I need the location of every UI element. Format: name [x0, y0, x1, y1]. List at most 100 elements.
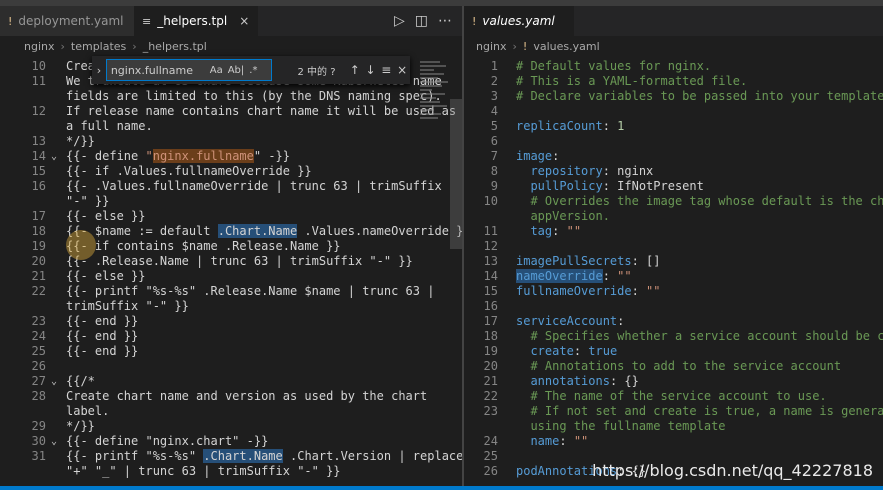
line-number: 16 — [31, 179, 46, 193]
yaml-key: nameOverride — [516, 269, 603, 283]
right-tab-bar: ! values.yaml — [464, 6, 883, 36]
line-number: 15 — [31, 164, 46, 178]
code-area[interactable]: 1 # Default values for nginx. 2 # This is a… — [464, 59, 883, 486]
find-match: nginx.fullname — [152, 149, 254, 163]
code-line: 22 # The name of the service account to … — [464, 389, 883, 404]
split-editor-icon[interactable]: ◫ — [415, 13, 428, 29]
code-text: annotations: {} — [530, 374, 639, 388]
left-tab-bar: ! deployment.yaml ≡ _helpers.tpl × ▷ ◫ ⋯ — [0, 6, 462, 36]
code-line: 22 {{- printf "%s-%s" .Release.Name $name… — [0, 284, 462, 299]
yaml-value: "" — [559, 224, 582, 238]
line-number: 17 — [31, 209, 46, 223]
code-line: 1 # Default values for nginx. — [464, 59, 883, 74]
code-line: 17 serviceAccount: — [464, 314, 883, 329]
breadcrumb-item[interactable]: values.yaml — [533, 40, 599, 53]
minimap[interactable] — [420, 59, 450, 149]
code-text: {{- end }} — [66, 344, 139, 358]
line-number: 11 — [31, 74, 46, 88]
selection-highlight: .Chart.Name — [217, 224, 298, 238]
arrow-up-icon[interactable]: ↑ — [347, 63, 363, 77]
line-number: 24 — [31, 329, 46, 343]
code-line: 25 {{- end }} — [0, 344, 462, 359]
fold-chevron-icon[interactable]: ⌄ — [51, 374, 57, 389]
line-number: 3 — [490, 89, 498, 103]
whole-word-toggle[interactable]: Ab| — [228, 65, 245, 76]
code-text: a full name. — [66, 119, 153, 133]
tab-helpers-tpl[interactable]: ≡ _helpers.tpl × — [134, 6, 258, 36]
code-line: 4 — [464, 104, 883, 119]
line-number: 19 — [31, 239, 46, 253]
run-icon[interactable]: ▷ — [394, 13, 405, 29]
code-line: 28 Create chart name and version as used … — [0, 389, 462, 404]
yaml-value: nginx — [609, 164, 654, 178]
selection-highlight: .Chart.Name — [203, 449, 283, 463]
line-number: 26 — [31, 359, 46, 373]
breadcrumb-item[interactable]: nginx — [476, 40, 507, 53]
regex-toggle[interactable]: .* — [249, 65, 257, 76]
yaml-file-icon: ! — [522, 39, 528, 53]
find-options: Aa Ab| .* — [210, 65, 258, 76]
find-widget: › nginx.fullname Aa Ab| .* 2 中的 ? ↑ ↓ ≡ … — [92, 56, 410, 84]
line-number: 25 — [31, 344, 46, 358]
code-line: 21 {{- else }} — [0, 269, 462, 284]
breadcrumb-item[interactable]: templates — [71, 40, 126, 53]
scrollbar-thumb[interactable] — [450, 99, 462, 249]
more-actions-icon[interactable]: ⋯ — [438, 13, 452, 29]
tab-values-yaml[interactable]: ! values.yaml — [464, 6, 574, 36]
line-number: 30 — [31, 434, 46, 448]
breadcrumb-item[interactable]: nginx — [24, 40, 55, 53]
code-text: {{- printf "%s-%s" .Chart.Name .Chart.Ve… — [66, 449, 462, 463]
close-icon[interactable]: × — [394, 63, 410, 77]
line-number: 25 — [483, 449, 498, 463]
code-text: name: "" — [530, 434, 589, 448]
tab-label: values.yaml — [482, 14, 555, 28]
code-text: {{/* — [66, 374, 95, 388]
fold-chevron-icon[interactable]: ⌄ — [51, 434, 57, 449]
breadcrumb-item[interactable]: _helpers.tpl — [143, 40, 207, 53]
code-text: repository: nginx — [530, 164, 654, 178]
line-number: 18 — [483, 329, 498, 343]
code-area[interactable]: 10Create a default fully qualified app n… — [0, 59, 462, 486]
close-icon[interactable]: × — [239, 14, 249, 28]
code-line: 23 {{- end }} — [0, 314, 462, 329]
yaml-key: replicaCount — [516, 119, 603, 133]
code-line: 24 {{- end }} — [0, 329, 462, 344]
line-number: 26 — [483, 464, 498, 478]
match-count: 2 中的 ? — [297, 66, 336, 78]
line-number: 10 — [31, 59, 46, 73]
code-text: {{- define "nginx.fullname" -}} — [66, 149, 290, 163]
code-text: {{- $name := default .Chart.Name .Values… — [66, 224, 462, 238]
tab-deployment-yaml[interactable]: ! deployment.yaml — [0, 6, 134, 36]
editor-actions: ▷ ◫ ⋯ — [394, 6, 452, 36]
chevron-right-icon: › — [60, 39, 65, 53]
line-number: 22 — [31, 284, 46, 298]
tab-label: _helpers.tpl — [157, 14, 228, 28]
code-text: {{- .Values.fullnameOverride | trunc 63 … — [66, 179, 442, 193]
yaml-key: annotations — [530, 374, 610, 388]
code-line: 6 — [464, 134, 883, 149]
code-text: serviceAccount: — [516, 314, 625, 328]
line-number: 8 — [490, 164, 498, 178]
line-number: 27 — [31, 374, 46, 388]
code-line: 8 repository: nginx — [464, 164, 883, 179]
find-in-selection-icon[interactable]: ≡ — [378, 63, 394, 77]
vertical-scrollbar[interactable] — [450, 59, 462, 486]
line-number: 7 — [490, 149, 498, 163]
chevron-right-icon[interactable]: › — [92, 64, 106, 77]
code-text: # Overrides the image tag whose default … — [516, 194, 883, 208]
yaml-value: 1 — [609, 119, 625, 133]
line-number: 23 — [483, 404, 498, 418]
code-line: 2 # This is a YAML-formatted file. — [464, 74, 883, 89]
fold-chevron-icon[interactable]: ⌄ — [51, 149, 57, 164]
tpl-file-icon: ≡ — [142, 14, 152, 28]
code-text: */}} — [66, 134, 95, 148]
match-case-toggle[interactable]: Aa — [210, 65, 223, 76]
line-number: 6 — [490, 134, 498, 148]
code-text: replicaCount: 1 — [516, 119, 625, 133]
code-line: 15 fullnameOverride: "" — [464, 284, 883, 299]
line-number: 21 — [31, 269, 46, 283]
line-number: 20 — [31, 254, 46, 268]
code-text: {{- if .Values.fullnameOverride }} — [66, 164, 312, 178]
yaml-value: "" — [566, 434, 589, 448]
arrow-down-icon[interactable]: ↓ — [363, 63, 379, 77]
